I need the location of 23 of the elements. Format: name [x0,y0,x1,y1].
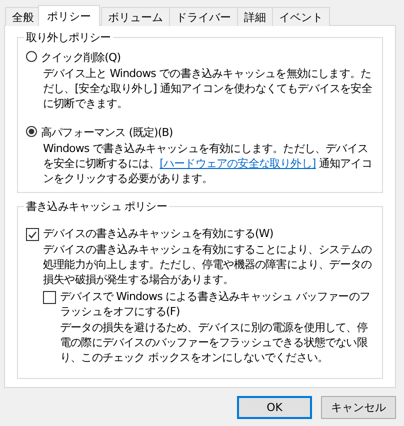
option-description: デバイス上と Windows での書き込みキャッシュを無効にします。ただし、[安全な取り外し] 通知アイコンを使わなくてもデバイスを安全に切断できます。 [43,66,373,111]
tab[interactable]: ドライバー [169,7,238,26]
option-label[interactable]: デバイスで Windows による書き込みキャッシュ バッファーのフラッシュをオフにする(F) [60,289,374,319]
tab[interactable]: ボリューム [101,7,170,26]
ok-button[interactable]: OK [237,396,312,419]
checkbox[interactable] [43,291,56,304]
tab[interactable]: ポリシー [38,5,100,26]
option-description: Windows で書き込みキャッシュを有効にします。ただし、デバイスを安全に切断するには、[ハードウェアの安全な取り外し] 通知アイコンをクリックする必要があります。 [43,141,373,186]
radio-button[interactable] [26,126,37,137]
option-description: データの損失を避けるため、デバイスに別の電源を使用して、停電の際にデバイスのバッファーをフラッシュできる状態でない限り、このチェック ボックスをオンにしないでください。 [60,320,368,365]
option-label[interactable]: デバイスの書き込みキャッシュを有効にする(W) [43,226,274,241]
option-label[interactable]: クイック削除(Q) [41,50,121,65]
cancel-button[interactable]: キャンセル [321,396,396,419]
checkbox[interactable] [26,228,39,241]
tab[interactable]: イベント [272,7,330,26]
radio-button[interactable] [26,51,37,62]
option-description: デバイスの書き込みキャッシュを有効にすることにより、システムの処理能力が向上します。ただし、停電や機器の障害により、データの損失や破損が発生する場合があります。 [43,242,373,287]
group-title: 取り外しポリシー [25,30,112,45]
group-title: 書き込みキャッシュ ポリシー [25,199,168,214]
tab[interactable]: 詳細 [237,7,273,26]
tab[interactable]: 全般 [5,7,41,26]
option-label[interactable]: 高パフォーマンス (既定)(B) [41,125,173,140]
link[interactable]: [ハードウェアの安全な取り外し] [160,157,316,170]
